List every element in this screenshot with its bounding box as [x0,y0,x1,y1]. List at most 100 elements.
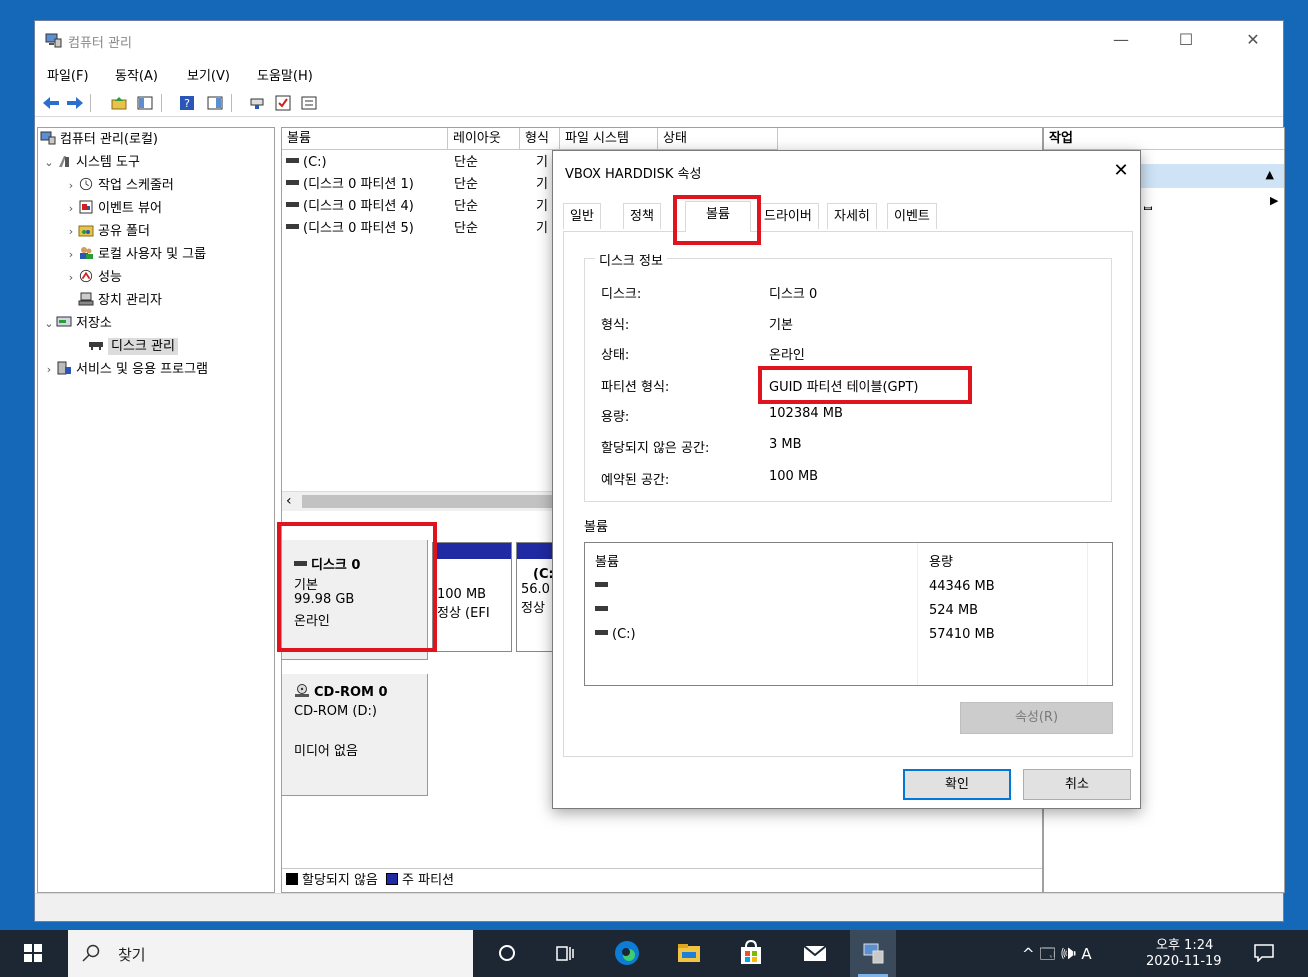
menu-action[interactable]: 동작(A) [115,65,158,84]
volume-column-header[interactable]: 볼륨 [595,551,619,570]
show-hide-tree-icon[interactable] [135,93,155,113]
tree-item-services[interactable]: › 서비스 및 응용 프로그램 [38,358,274,381]
expanded-chevron-icon[interactable]: ⌄ [42,151,56,174]
notification-icon[interactable] [1254,944,1274,966]
collapsed-chevron-icon[interactable]: › [64,243,78,266]
table-row[interactable]: (C:) [286,152,327,174]
collapsed-chevron-icon[interactable]: › [42,358,56,381]
ok-button[interactable]: 확인 [903,769,1011,800]
scroll-thumb[interactable] [302,495,552,508]
collapsed-chevron-icon[interactable]: › [64,266,78,289]
column-header-volume[interactable]: 볼륨 [282,128,448,150]
expanded-chevron-icon[interactable]: ⌄ [42,312,56,335]
connect-icon[interactable] [247,93,267,113]
layout-cell: 단순 [454,221,478,236]
maximize-button[interactable]: ☐ [1175,29,1197,51]
action-item-fragment[interactable]: ᆸ [1142,194,1154,213]
collapse-up-icon[interactable]: ▲ [1266,168,1274,181]
up-folder-icon[interactable] [109,93,129,113]
properties-button[interactable]: 속성(R) [960,702,1113,734]
file-explorer-icon[interactable] [674,938,704,968]
submenu-arrow-icon[interactable]: ▶ [1270,194,1278,207]
toolbar-separator [90,94,91,112]
system-tray-icons[interactable]: ^ 🗔 🕪 A [1022,944,1092,969]
mail-icon[interactable] [800,938,830,968]
volume-icon [286,158,299,163]
clock-date[interactable]: 2020-11-19 [1146,954,1222,969]
tree-item-task-scheduler[interactable]: › 작업 스케줄러 [38,174,274,197]
info-value: 온라인 [769,348,805,363]
tab-policies[interactable]: 정책 [623,203,661,229]
properties-pane-icon[interactable] [205,93,225,113]
store-icon[interactable] [736,938,766,968]
windows-start-icon[interactable] [24,944,42,966]
tab-events[interactable]: 이벤트 [887,203,937,229]
type-cell: 기 [536,221,548,236]
cancel-button[interactable]: 취소 [1023,769,1131,800]
computer-management-icon [45,33,62,48]
cortana-icon[interactable] [492,938,522,968]
layout-cell: 단순 [454,199,478,214]
tab-general[interactable]: 일반 [563,203,601,229]
volumes-label: 볼륨 [584,520,608,535]
list-item[interactable] [595,579,612,594]
menu-view[interactable]: 보기(V) [187,65,230,84]
task-view-icon[interactable] [550,938,580,968]
computer-management-taskbar-icon[interactable] [858,938,888,968]
computer-management-icon [40,131,56,145]
column-header-filesystem[interactable]: 파일 시스템 [560,128,658,150]
tree-item-disk-management[interactable]: 디스크 관리 [38,335,274,358]
help-icon[interactable]: ? [177,93,197,113]
partition-efi[interactable]: 100 MB 정상 (EFI [432,542,512,652]
tree-item-performance[interactable]: › 성능 [38,266,274,289]
capacity-column-header[interactable]: 용량 [929,551,953,570]
forward-icon[interactable] [65,93,85,113]
close-button[interactable]: ✕ [1242,29,1264,51]
primary-partition-bar [433,543,511,559]
table-row[interactable]: (디스크 0 파티션 1) [286,174,414,196]
menu-help[interactable]: 도움말(H) [257,65,313,84]
tree-item-local-users[interactable]: › 로컬 사용자 및 그룹 [38,243,274,266]
clock-time[interactable]: 오후 1:24 [1156,934,1213,953]
tree-item-device-manager[interactable]: 장치 관리자 [38,289,274,312]
disk-info-legend: 디스크 정보 [595,250,667,269]
tree-item-system-tools[interactable]: ⌄ 시스템 도구 [38,151,274,174]
taskbar-search-box[interactable]: 찾기 [68,930,473,977]
search-placeholder: 찾기 [118,946,146,964]
dialog-close-button[interactable]: ✕ [1109,159,1133,183]
tree-item-root[interactable]: 컴퓨터 관리(로컬) [38,128,274,151]
tab-driver[interactable]: 드라이버 [757,203,819,229]
info-value: 100 MB [769,469,819,484]
cdrom-0-label[interactable]: CD-ROM 0 CD-ROM (D:) 미디어 없음 [282,674,428,796]
scroll-left-icon[interactable]: ‹ [286,493,292,509]
collapsed-chevron-icon[interactable]: › [64,220,78,243]
highlight-partition-style [758,366,972,404]
action-pane-header: 작업 [1044,128,1284,150]
table-row[interactable]: (디스크 0 파티션 4) [286,196,414,218]
collapsed-chevron-icon[interactable]: › [64,174,78,197]
capacity-cell: 44346 MB [929,579,995,594]
tree-item-event-viewer[interactable]: › 이벤트 뷰어 [38,197,274,220]
list-item[interactable] [595,603,612,618]
volume-icon [286,224,299,229]
list-item[interactable]: (C:) [595,627,636,642]
table-row[interactable]: (디스크 0 파티션 5) [286,218,414,240]
taskbar: 찾기 ^ 🗔 🕪 A 오후 1:24 2020-11-19 [0,930,1308,977]
check-icon[interactable] [273,93,293,113]
column-header-layout[interactable]: 레이아웃 [448,128,520,150]
info-value: 3 MB [769,437,802,452]
highlight-volumes-tab [673,195,761,245]
menu-file[interactable]: 파일(F) [47,65,89,84]
performance-icon [79,269,93,283]
tab-details[interactable]: 자세히 [827,203,877,229]
column-header-status[interactable]: 상태 [658,128,778,150]
info-label: 디스크: [601,287,642,302]
tree-item-shared-folders[interactable]: › 공유 폴더 [38,220,274,243]
collapsed-chevron-icon[interactable]: › [64,197,78,220]
column-header-type[interactable]: 형식 [520,128,560,150]
edge-browser-icon[interactable] [612,938,642,968]
minimize-button[interactable]: — [1110,29,1132,51]
tree-item-storage[interactable]: ⌄ 저장소 [38,312,274,335]
back-icon[interactable] [41,93,61,113]
list-view-icon[interactable] [299,93,319,113]
